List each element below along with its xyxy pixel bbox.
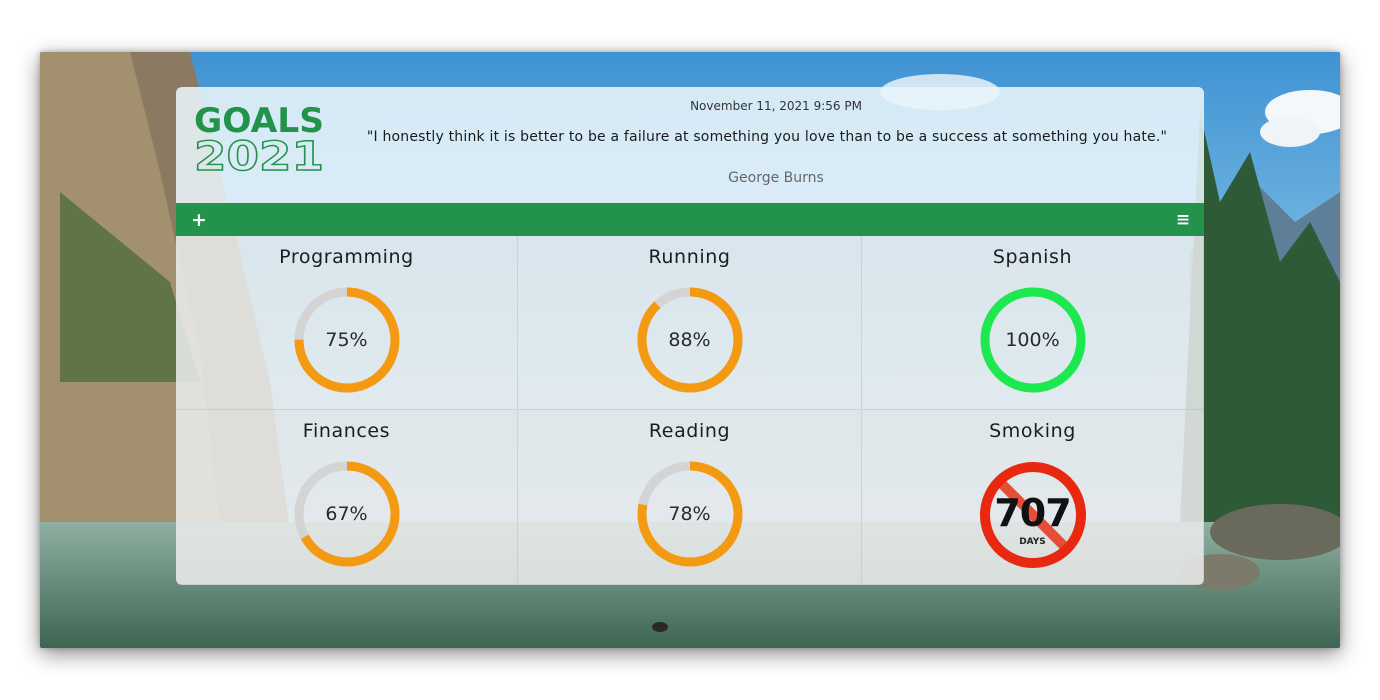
smoke-free-days-count: 707 xyxy=(994,491,1071,535)
goal-title: Spanish xyxy=(992,246,1073,268)
daily-quote: "I honestly think it is better to be a f… xyxy=(366,129,1168,145)
menu-button[interactable]: ≡ xyxy=(1168,203,1198,236)
goal-card-smoking[interactable]: Smoking 707 DAYS xyxy=(862,410,1204,585)
toolbar: + ≡ xyxy=(176,203,1204,236)
current-datetime: November 11, 2021 9:56 PM xyxy=(690,99,862,113)
goal-progress-percent: 67% xyxy=(325,503,368,525)
header: GOALS 2021 November 11, 2021 9:56 PM "I … xyxy=(176,87,1204,203)
goal-card-reading[interactable]: Reading 78% xyxy=(518,410,862,585)
smoke-free-days-unit: DAYS xyxy=(1019,537,1046,547)
hamburger-menu-icon: ≡ xyxy=(1175,209,1191,230)
goal-title: Finances xyxy=(302,420,391,442)
goals-2021-logo: GOALS 2021 xyxy=(193,101,324,179)
goals-grid: Programming 75% Running 88% Spanish 100%… xyxy=(176,236,1204,585)
quote-author: George Burns xyxy=(728,170,824,186)
goal-title: Running xyxy=(648,246,731,268)
goal-progress-percent: 78% xyxy=(668,503,711,525)
goal-title: Smoking xyxy=(989,420,1076,442)
goal-card-programming[interactable]: Programming 75% xyxy=(176,236,518,410)
smoke-free-counter: 707 DAYS xyxy=(978,460,1088,570)
plus-icon: + xyxy=(191,208,207,231)
add-goal-button[interactable]: + xyxy=(184,203,214,236)
goal-card-finances[interactable]: Finances 67% xyxy=(176,410,518,585)
logo-text-year: 2021 xyxy=(194,134,324,179)
background-landscape: GOALS 2021 November 11, 2021 9:56 PM "I … xyxy=(40,52,1340,648)
goal-card-spanish[interactable]: Spanish 100% xyxy=(862,236,1204,410)
goals-panel: GOALS 2021 November 11, 2021 9:56 PM "I … xyxy=(176,87,1204,585)
goal-card-running[interactable]: Running 88% xyxy=(518,236,862,410)
goal-title: Programming xyxy=(279,246,414,268)
goal-title: Reading xyxy=(648,420,731,442)
goal-progress-percent: 88% xyxy=(668,329,711,351)
goal-progress-percent: 75% xyxy=(325,329,368,351)
goal-progress-percent: 100% xyxy=(1005,329,1060,351)
